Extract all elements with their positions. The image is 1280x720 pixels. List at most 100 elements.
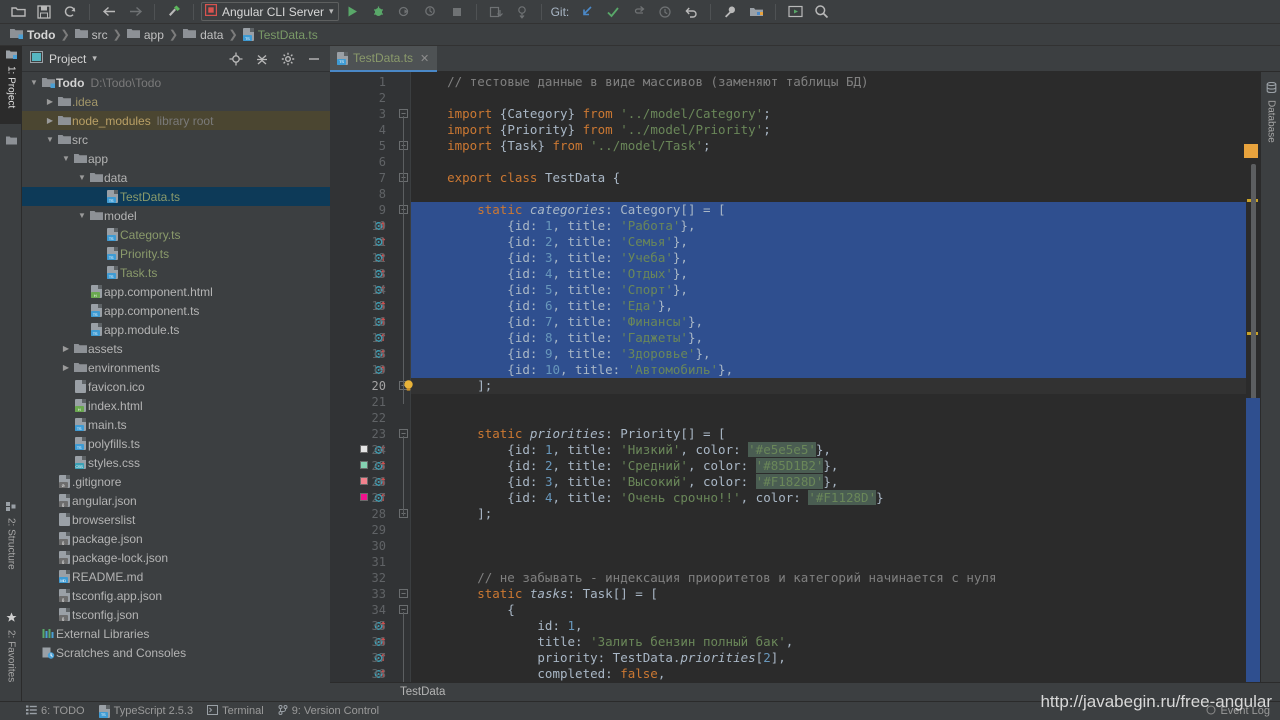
- breadcrumb-item-2[interactable]: app: [125, 28, 166, 42]
- breadcrumb-item-4[interactable]: TS TestData.ts: [241, 28, 320, 42]
- breadcrumb-item-0[interactable]: Todo: [8, 28, 57, 42]
- code-line-6[interactable]: [411, 154, 425, 170]
- undo-icon[interactable]: [679, 2, 703, 22]
- chevron-right-icon[interactable]: ▶: [60, 363, 72, 372]
- close-icon[interactable]: ✕: [420, 52, 429, 65]
- code-line-4[interactable]: import {Priority} from '../model/Priorit…: [411, 122, 771, 138]
- tree-item-package-lock.json[interactable]: {} package-lock.json: [22, 548, 330, 567]
- tree-item-app[interactable]: ▼ app: [22, 149, 330, 168]
- save-all-icon[interactable]: [32, 2, 56, 22]
- code-line-12[interactable]: {id: 3, title: 'Учеба'},: [411, 250, 688, 266]
- status-item-terminal[interactable]: Terminal: [207, 704, 264, 718]
- code-line-8[interactable]: [411, 186, 425, 202]
- error-stripe-gutter[interactable]: [1244, 72, 1260, 682]
- git-history-icon[interactable]: [653, 2, 677, 22]
- tree-item-readme.md[interactable]: MD README.md: [22, 567, 330, 586]
- code-line-18[interactable]: {id: 9, title: 'Здоровье'},: [411, 346, 710, 362]
- code-line-17[interactable]: {id: 8, title: 'Гаджеты'},: [411, 330, 703, 346]
- project-structure-icon[interactable]: [744, 2, 768, 22]
- code-line-21[interactable]: [411, 394, 425, 410]
- code-line-32[interactable]: // не забывать - индексация приоритетов …: [411, 570, 996, 586]
- sidebar-item-project[interactable]: 1: Project: [0, 46, 22, 124]
- tree-item-favicon.ico[interactable]: favicon.ico: [22, 377, 330, 396]
- chevron-right-icon[interactable]: ▶: [44, 97, 56, 106]
- code-line-23[interactable]: static priorities: Priority[] = [: [411, 426, 725, 442]
- tree-item-main.ts[interactable]: TS main.ts: [22, 415, 330, 434]
- chevron-down-icon[interactable]: ▼: [76, 211, 88, 220]
- stop-button[interactable]: [445, 2, 469, 22]
- run-button[interactable]: [341, 2, 365, 22]
- tree-item-environments[interactable]: ▶ environments: [22, 358, 330, 377]
- build-hammer-icon[interactable]: [162, 2, 186, 22]
- breadcrumb-item-3[interactable]: data: [181, 28, 225, 42]
- chevron-right-icon[interactable]: ▶: [60, 344, 72, 353]
- code-line-25[interactable]: {id: 2, title: 'Средний', color: '#85D1B…: [411, 458, 838, 474]
- code-line-16[interactable]: {id: 7, title: 'Финансы'},: [411, 314, 703, 330]
- status-item-todo[interactable]: 6: TODO: [26, 705, 85, 718]
- preview-icon[interactable]: [783, 2, 807, 22]
- code-line-29[interactable]: [411, 522, 425, 538]
- code-line-13[interactable]: {id: 4, title: 'Отдых'},: [411, 266, 688, 282]
- vertical-scrollbar[interactable]: [1251, 164, 1256, 404]
- tree-item-app.module.ts[interactable]: TS app.module.ts: [22, 320, 330, 339]
- debug-button[interactable]: [367, 2, 391, 22]
- git-push-icon[interactable]: [627, 2, 651, 22]
- code-line-7[interactable]: export class TestData {: [411, 170, 620, 186]
- code-line-36[interactable]: title: 'Залить бензин полный бак',: [411, 634, 793, 650]
- tree-item-tsconfig.json[interactable]: {} tsconfig.json: [22, 605, 330, 624]
- code-line-37[interactable]: priority: TestData.priorities[2],: [411, 650, 785, 666]
- code-line-28[interactable]: ];: [411, 506, 492, 522]
- code-line-34[interactable]: {: [411, 602, 515, 618]
- code-line-26[interactable]: {id: 3, title: 'Высокий', color: '#F1828…: [411, 474, 838, 490]
- code-line-31[interactable]: [411, 554, 425, 570]
- tree-item-src[interactable]: ▼ src: [22, 130, 330, 149]
- code-line-30[interactable]: [411, 538, 425, 554]
- tree-item-tsconfig.app.json[interactable]: {} tsconfig.app.json: [22, 586, 330, 605]
- chevron-down-icon[interactable]: ▾: [329, 6, 334, 17]
- breadcrumb-item-1[interactable]: src: [73, 28, 110, 42]
- profile-icon[interactable]: [419, 2, 443, 22]
- collapse-all-icon[interactable]: [252, 49, 272, 69]
- commit-icon[interactable]: [510, 2, 534, 22]
- settings-gear-icon[interactable]: [278, 49, 298, 69]
- tree-item-priority.ts[interactable]: TS Priority.ts: [22, 244, 330, 263]
- tree-item-angular.json[interactable]: {} angular.json: [22, 491, 330, 510]
- sidebar-item-favorites[interactable]: 2: Favorites: [0, 608, 22, 708]
- code-line-27[interactable]: {id: 4, title: 'Очень срочно!!', color: …: [411, 490, 884, 506]
- locate-icon[interactable]: [226, 49, 246, 69]
- fold-column[interactable]: −−−−−−−−−: [397, 72, 411, 682]
- tree-item-.gitignore[interactable]: ⊘ .gitignore: [22, 472, 330, 491]
- code-line-3[interactable]: import {Category} from '../model/Categor…: [411, 106, 771, 122]
- tree-item-data[interactable]: ▼ data: [22, 168, 330, 187]
- tree-item-model[interactable]: ▼ model: [22, 206, 330, 225]
- chevron-down-icon[interactable]: ▾: [92, 53, 97, 64]
- tree-item-browserslist[interactable]: browserslist: [22, 510, 330, 529]
- settings-wrench-icon[interactable]: [718, 2, 742, 22]
- tree-item-app.component.ts[interactable]: TS app.component.ts: [22, 301, 330, 320]
- tree-item-node_modules[interactable]: ▶ node_modules library root: [22, 111, 330, 130]
- tree-item-polyfills.ts[interactable]: TS polyfills.ts: [22, 434, 330, 453]
- sync-icon[interactable]: [58, 2, 82, 22]
- hide-panel-icon[interactable]: [304, 49, 324, 69]
- code-lines[interactable]: // тестовые данные в виде массивов (заме…: [411, 72, 1280, 682]
- status-item-version-control[interactable]: 9: Version Control: [278, 704, 379, 718]
- chevron-down-icon[interactable]: ▼: [60, 154, 72, 163]
- code-line-11[interactable]: {id: 2, title: 'Семья'},: [411, 234, 688, 250]
- chevron-down-icon[interactable]: ▼: [76, 173, 88, 182]
- open-folder-icon[interactable]: [6, 2, 30, 22]
- tree-item-category.ts[interactable]: TS Category.ts: [22, 225, 330, 244]
- error-stripe-mark[interactable]: [1244, 144, 1258, 158]
- tree-item-todo[interactable]: ▼ Todo D:\Todo\Todo: [22, 73, 330, 92]
- code-line-35[interactable]: id: 1,: [411, 618, 582, 634]
- tree-item-package.json[interactable]: {} package.json: [22, 529, 330, 548]
- tree-item-.idea[interactable]: ▶ .idea: [22, 92, 330, 111]
- search-everywhere-icon[interactable]: [809, 2, 833, 22]
- tab-testdata-ts[interactable]: TS TestData.ts ✕: [330, 46, 438, 72]
- code-line-14[interactable]: {id: 5, title: 'Спорт'},: [411, 282, 688, 298]
- status-item-typescript[interactable]: TS TypeScript 2.5.3: [98, 704, 193, 718]
- update-project-icon[interactable]: [484, 2, 508, 22]
- git-update-icon[interactable]: [575, 2, 599, 22]
- tree-item-app.component.html[interactable]: Happ.component.html: [22, 282, 330, 301]
- code-line-38[interactable]: completed: false,: [411, 666, 665, 682]
- sidebar-item-structure[interactable]: 2: Structure: [0, 498, 22, 594]
